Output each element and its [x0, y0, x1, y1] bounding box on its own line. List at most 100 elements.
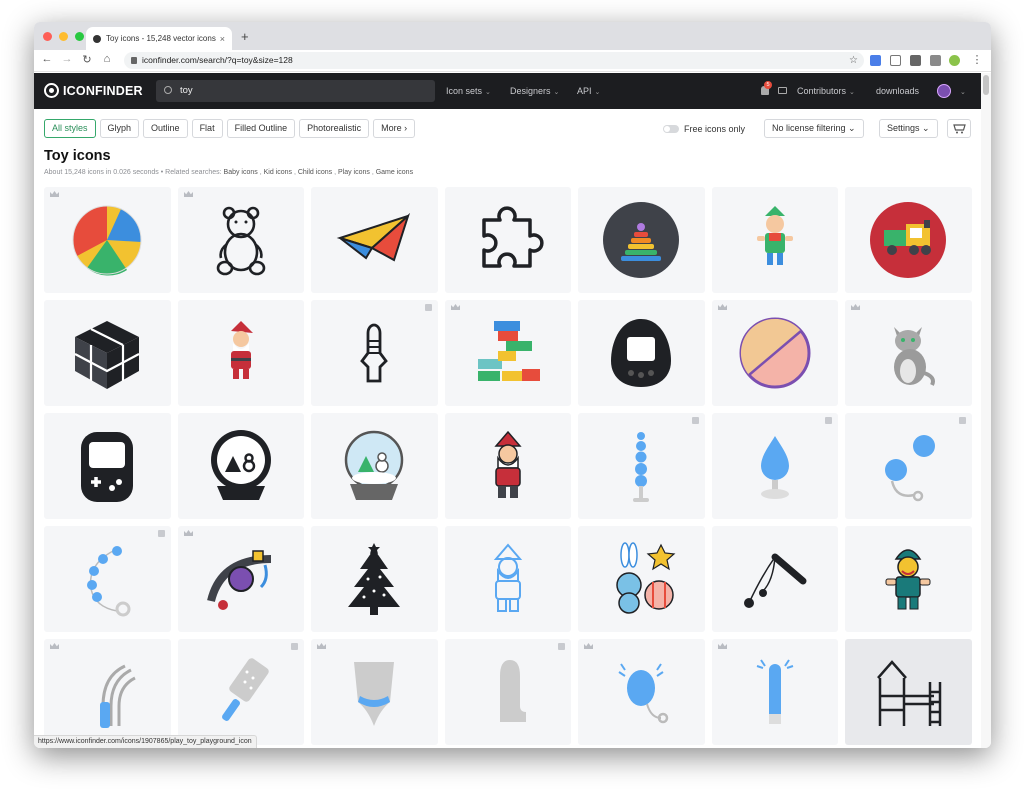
icon-card[interactable]: [444, 526, 571, 632]
teddy-bear-icon: [216, 206, 265, 276]
icon-card[interactable]: [845, 187, 972, 293]
icon-card[interactable]: [44, 526, 171, 632]
icon-card[interactable]: [444, 300, 571, 406]
icon-card[interactable]: [711, 639, 838, 745]
nav-contributors[interactable]: Contributors ⌄: [797, 86, 855, 96]
download-icon[interactable]: [890, 55, 901, 66]
user-name: downloads: [876, 86, 920, 96]
icon-card[interactable]: [44, 300, 171, 406]
icon-card[interactable]: [311, 187, 438, 293]
related-play[interactable]: Play icons: [338, 169, 370, 176]
icon-card[interactable]: [311, 639, 438, 745]
cart-button[interactable]: [947, 119, 971, 138]
icon-card[interactable]: [845, 300, 972, 406]
icon-card[interactable]: [444, 187, 571, 293]
icon-card[interactable]: [44, 639, 171, 745]
icon-card[interactable]: [444, 413, 571, 519]
icon-card[interactable]: [44, 413, 171, 519]
settings-dropdown[interactable]: Settings ⌄: [879, 119, 938, 138]
icon-card[interactable]: [578, 639, 705, 745]
search-summary: About 15,248 icons in 0.026 seconds • Re…: [44, 169, 413, 176]
related-game[interactable]: Game icons: [376, 169, 413, 176]
icon-card[interactable]: [444, 639, 571, 745]
minimize-window-button[interactable]: [59, 32, 68, 41]
tab-strip: Toy icons - 15,248 vector icons × +: [34, 22, 991, 50]
nav-label: Contributors: [797, 86, 847, 96]
related-kid[interactable]: Kid icons: [264, 169, 292, 176]
scrollbar-thumb[interactable]: [983, 75, 989, 95]
icon-card[interactable]: [578, 187, 705, 293]
nav-api[interactable]: API ⌄: [577, 86, 600, 96]
filter-photorealistic[interactable]: Photorealistic: [299, 119, 370, 138]
icon-card[interactable]: [845, 413, 972, 519]
tab-close-icon[interactable]: ×: [220, 34, 225, 44]
premium-crown-icon: [50, 191, 59, 197]
icon-card[interactable]: [311, 413, 438, 519]
filter-all-styles[interactable]: All styles: [44, 119, 96, 138]
icon-card[interactable]: [44, 187, 171, 293]
filter-filled-outline[interactable]: Filled Outline: [226, 119, 296, 138]
home-icon[interactable]: ⌂: [100, 53, 114, 65]
user-menu-chevron[interactable]: ⌄: [957, 86, 966, 96]
license-filter-dropdown[interactable]: No license filtering ⌄: [764, 119, 864, 138]
ball-icon: [739, 317, 810, 389]
favicon-icon: [93, 34, 101, 43]
filter-more[interactable]: More ›: [373, 119, 416, 138]
forward-icon[interactable]: →: [60, 53, 74, 65]
icon-card[interactable]: [845, 526, 972, 632]
filter-flat[interactable]: Flat: [191, 119, 223, 138]
zoom-window-button[interactable]: [75, 32, 84, 41]
nav-icon-sets[interactable]: Icon sets ⌄: [446, 86, 491, 96]
filter-glyph[interactable]: Glyph: [99, 119, 140, 138]
browser-menu-icon[interactable]: ⋮: [970, 53, 984, 66]
download-badge-icon: [291, 643, 298, 650]
icon-card[interactable]: [711, 187, 838, 293]
icon-card[interactable]: [177, 187, 304, 293]
related-baby[interactable]: Baby icons: [224, 169, 258, 176]
filter-outline[interactable]: Outline: [143, 119, 188, 138]
icon-card[interactable]: [578, 300, 705, 406]
browser-tab[interactable]: Toy icons - 15,248 vector icons ×: [86, 27, 232, 50]
related-child[interactable]: Child icons: [298, 169, 332, 176]
address-bar[interactable]: iconfinder.com/search/?q=toy&size=128 ☆: [124, 52, 864, 69]
icon-card[interactable]: [177, 413, 304, 519]
toy-train-icon: [870, 202, 946, 278]
santa-outline-icon: [493, 543, 522, 612]
reload-icon[interactable]: ↻: [80, 53, 94, 66]
icon-card[interactable]: [177, 526, 304, 632]
paddle-icon: [221, 658, 269, 721]
page-scrollbar[interactable]: [981, 73, 991, 748]
messages-icon[interactable]: [778, 87, 787, 94]
user-menu[interactable]: downloads: [876, 86, 919, 96]
playground-icon: [877, 660, 942, 726]
icon-card[interactable]: [578, 526, 705, 632]
search-input[interactable]: toy: [156, 80, 435, 102]
profile-icon[interactable]: [949, 55, 960, 66]
icon-card[interactable]: [177, 300, 304, 406]
icon-card[interactable]: [177, 639, 304, 745]
icon-card[interactable]: [578, 413, 705, 519]
back-icon[interactable]: ←: [40, 53, 54, 65]
gag-ball-icon: [206, 550, 271, 610]
close-window-button[interactable]: [43, 32, 52, 41]
cart-icon: [953, 124, 966, 134]
icon-card[interactable]: [311, 526, 438, 632]
icon-card[interactable]: [711, 413, 838, 519]
icon-card[interactable]: [711, 300, 838, 406]
premium-crown-icon: [851, 304, 860, 310]
icon-card[interactable]: [711, 526, 838, 632]
bookmark-star-icon[interactable]: ☆: [849, 52, 858, 69]
notifications-bell-icon[interactable]: 5: [761, 81, 772, 95]
nav-designers[interactable]: Designers ⌄: [510, 86, 559, 96]
extension-icon[interactable]: [930, 55, 941, 66]
translate-extension-icon[interactable]: [870, 55, 881, 66]
free-icons-toggle[interactable]: [663, 125, 679, 133]
icon-card[interactable]: [311, 300, 438, 406]
extensions-puzzle-icon[interactable]: [910, 55, 921, 66]
new-tab-button[interactable]: +: [241, 30, 249, 43]
iconfinder-logo[interactable]: ICONFINDER: [44, 83, 143, 98]
premium-crown-icon: [183, 191, 193, 197]
icon-card[interactable]: [845, 639, 972, 745]
avatar[interactable]: [937, 84, 951, 98]
download-badge-icon: [157, 530, 165, 537]
